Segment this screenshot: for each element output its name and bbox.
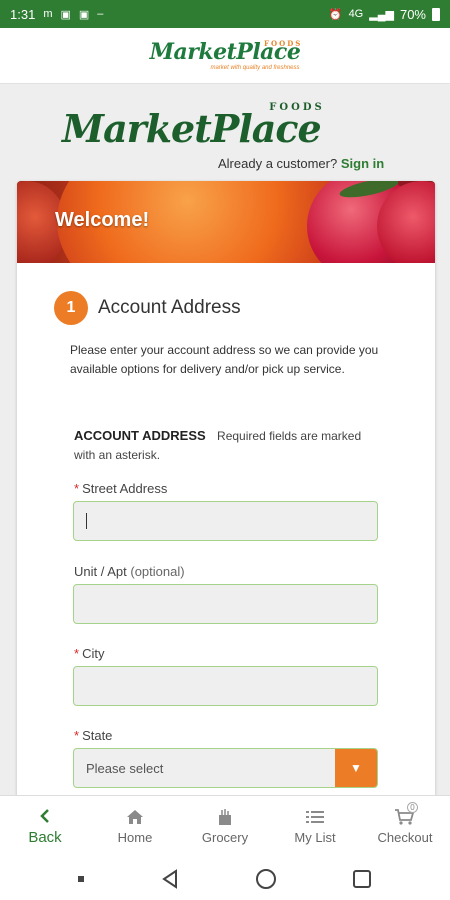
required-asterisk: * — [74, 481, 80, 496]
nav-my-list-label: My List — [294, 830, 336, 845]
header-tagline: market with quality and freshness — [210, 64, 300, 71]
nav-grocery-label: Grocery — [201, 830, 249, 845]
unit-label: Unit / Apt (optional) — [74, 564, 185, 579]
cart-count-badge: 0 — [407, 802, 418, 813]
nav-checkout[interactable]: 0 Checkout — [360, 796, 450, 857]
nav-back[interactable]: Back — [0, 796, 90, 857]
text-cursor — [86, 513, 87, 529]
state-select-value: Please select — [86, 761, 164, 776]
bottom-navigation: Back Home Grocery My List 0 Checkout — [0, 795, 450, 857]
nav-checkout-label: Checkout — [377, 830, 433, 845]
more-notifications-icon: – — [97, 8, 104, 20]
section-description: ACCOUNT ADDRESS Required fields are mark… — [74, 426, 384, 465]
city-label: * City — [74, 646, 105, 661]
required-asterisk: * — [74, 728, 80, 743]
required-asterisk: * — [74, 646, 80, 661]
header-logo[interactable]: MarketPlace FOODS — [150, 39, 301, 64]
status-bar: 1:31 m ▣ ▣ – ⏰ 4G ▂▄▆ 70% — [0, 0, 450, 28]
street-label: * Street Address — [74, 481, 168, 496]
grocery-bag-icon — [217, 808, 233, 826]
nav-grocery[interactable]: Grocery — [180, 796, 270, 857]
account-address-card: Welcome! 1 Account Address Please enter … — [17, 181, 435, 821]
system-navigation-bar — [0, 857, 450, 900]
welcome-banner: Welcome! — [17, 181, 435, 263]
keyboard-dot-icon — [77, 875, 85, 883]
step-header: 1 Account Address — [54, 291, 241, 325]
chevron-left-icon — [39, 807, 51, 825]
battery-label: 70% — [399, 6, 426, 22]
nav-home[interactable]: Home — [90, 796, 180, 857]
nav-my-list[interactable]: My List — [270, 796, 360, 857]
state-select[interactable]: Please select ▼ — [73, 748, 378, 788]
signin-prompt: Already a customer? Sign in — [218, 156, 385, 171]
nav-home-label: Home — [117, 830, 153, 845]
home-icon — [126, 808, 144, 826]
notification-icon-2: ▣ — [78, 8, 90, 21]
nav-back-label: Back — [28, 829, 62, 846]
mcdonalds-icon: m — [43, 8, 53, 20]
battery-icon — [432, 7, 440, 21]
system-recents-icon[interactable] — [351, 868, 373, 890]
step-title: Account Address — [98, 297, 241, 318]
unit-apt-input[interactable] — [73, 584, 378, 624]
dropdown-arrow-icon[interactable]: ▼ — [335, 749, 377, 787]
signin-link[interactable]: Sign in — [341, 156, 384, 171]
state-label: * State — [74, 728, 113, 743]
step-number-badge: 1 — [54, 291, 88, 325]
list-icon — [305, 808, 325, 826]
alarm-icon: ⏰ — [328, 8, 343, 21]
app-header: MarketPlace FOODS market with quality an… — [0, 28, 450, 84]
system-back-icon[interactable] — [159, 868, 181, 890]
section-heading: ACCOUNT ADDRESS — [74, 428, 206, 443]
cart-icon: 0 — [394, 802, 418, 826]
intro-text: Please enter your account address so we … — [70, 343, 379, 376]
network-label: 4G — [348, 8, 364, 20]
signal-icon: ▂▄▆ — [369, 8, 394, 21]
system-home-icon[interactable] — [255, 868, 277, 890]
street-address-input[interactable] — [73, 501, 378, 541]
status-time: 1:31 — [10, 6, 36, 22]
brand-logo: MarketPlace FOODS — [62, 102, 325, 151]
notification-icon: ▣ — [60, 8, 71, 21]
welcome-title: Welcome! — [55, 209, 150, 231]
city-input[interactable] — [73, 666, 378, 706]
